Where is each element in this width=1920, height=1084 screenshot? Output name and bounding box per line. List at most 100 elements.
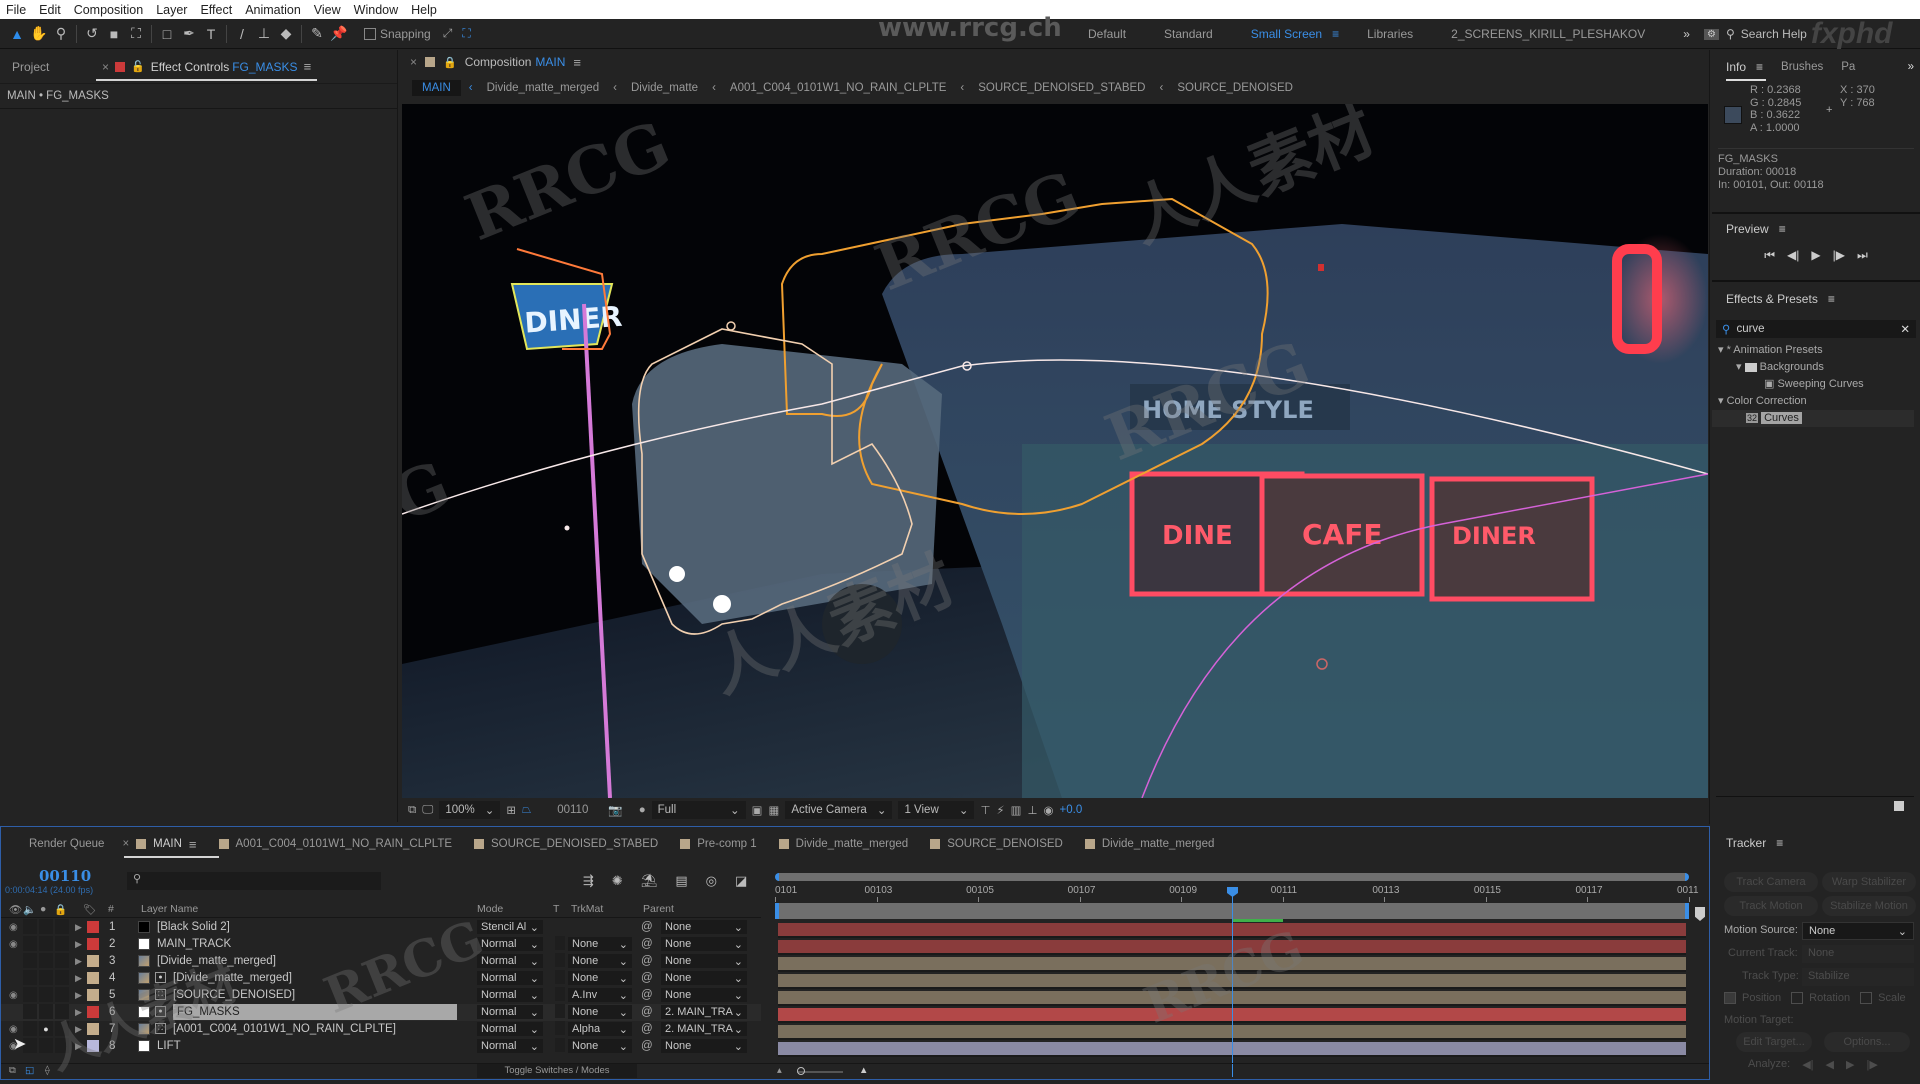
track-motion-button[interactable]: Track Motion — [1724, 896, 1818, 916]
tab-render-queue[interactable]: Render Queue — [1, 827, 122, 861]
edit-target-button[interactable]: Edit Target... — [1736, 1032, 1812, 1052]
mode-dropdown[interactable]: Stencil Al ⌄ — [477, 920, 543, 934]
search-help-input[interactable]: ⚲ Search Help fxphd — [1726, 17, 1916, 50]
parent-dropdown[interactable]: None ⌄ — [661, 954, 747, 968]
warp-stabilizer-button[interactable]: Warp Stabilizer — [1822, 872, 1916, 892]
parent-dropdown[interactable]: None ⌄ — [661, 920, 747, 934]
analyze-backward-icon[interactable]: ◀ — [1826, 1058, 1834, 1071]
trkmat-dropdown[interactable]: None ⌄ — [568, 971, 632, 985]
timeline-tab[interactable]: SOURCE_DENOISED — [930, 827, 1085, 861]
menu-animation[interactable]: Animation — [245, 3, 308, 17]
comp-marker-bin[interactable] — [1695, 907, 1705, 921]
solo-toggle[interactable] — [39, 970, 53, 985]
mode-dropdown[interactable]: Normal ⌄ — [477, 971, 543, 985]
timeline-tab[interactable]: A001_C004_0101W1_NO_RAIN_CLPLTE — [218, 827, 475, 861]
solo-toggle[interactable] — [39, 936, 53, 951]
visibility-toggle-icon[interactable]: ◉ — [9, 987, 21, 1003]
menu-edit[interactable]: Edit — [39, 3, 68, 17]
pick-whip-icon[interactable]: @ — [641, 919, 653, 935]
selection-tool-icon[interactable]: ▲ — [6, 23, 28, 45]
audio-toggle[interactable] — [23, 953, 37, 968]
current-track-dropdown[interactable]: None — [1802, 945, 1914, 963]
composition-viewer[interactable]: DINE CAFE DINER HOME STYLE DINER RRCG RR… — [402, 104, 1708, 798]
mode-dropdown[interactable]: Normal ⌄ — [477, 954, 543, 968]
lock-toggle[interactable] — [55, 987, 69, 1002]
camera-dropdown[interactable]: Active Camera ⌄ — [785, 801, 893, 819]
layer-name[interactable]: [SOURCE_DENOISED] — [173, 987, 295, 1003]
trkmat-dropdown[interactable]: Alpha ⌄ — [568, 1022, 632, 1036]
current-time-display[interactable]: 00110 — [557, 804, 588, 816]
layer-row[interactable]: ◉ ▶ 5 ⛶ [SOURCE_DENOISED] Normal ⌄ A.Inv ⌄ @ None ⌄ — [1, 987, 761, 1004]
lock-toggle[interactable] — [55, 1038, 69, 1053]
lock-toggle[interactable] — [55, 936, 69, 951]
expand-layer-icon[interactable]: ▶ — [75, 1004, 82, 1020]
shy-layers-icon[interactable]: ⛱ — [641, 873, 658, 889]
zoom-tool-icon[interactable]: ⚲ — [50, 23, 72, 45]
label-color-swatch[interactable] — [87, 938, 99, 950]
trkmat-dropdown[interactable]: None ⌄ — [568, 954, 632, 968]
track-type-dropdown[interactable]: Stabilize — [1802, 968, 1914, 986]
layer-switches-icon[interactable]: ⧉ — [9, 1065, 16, 1076]
menu-window[interactable]: Window — [354, 3, 405, 17]
pick-whip-icon[interactable]: @ — [641, 1004, 653, 1020]
breadcrumb-item[interactable]: SOURCE_DENOISED_STABED — [978, 82, 1145, 94]
hand-tool-icon[interactable]: ✋ — [28, 23, 50, 45]
previous-frame-icon[interactable]: ◀| — [1787, 248, 1799, 263]
comp-flowchart-icon[interactable]: ⇶ — [583, 873, 594, 889]
motion-source-dropdown[interactable]: None ⌄ — [1802, 922, 1914, 940]
first-frame-icon[interactable]: ⏮ — [1764, 248, 1775, 263]
menu-composition[interactable]: Composition — [74, 3, 150, 17]
expand-layer-icon[interactable]: ▶ — [75, 919, 82, 935]
visibility-toggle-icon[interactable] — [9, 1004, 21, 1020]
zoom-out-icon[interactable]: ▴ — [777, 1065, 782, 1076]
clone-stamp-tool-icon[interactable]: ⊥ — [253, 23, 275, 45]
workspace-settings-icon[interactable]: ⚙ — [1703, 28, 1719, 40]
breadcrumb-item[interactable]: Divide_matte_merged — [487, 82, 600, 94]
visibility-toggle-icon[interactable] — [9, 970, 21, 986]
timeline-tab[interactable]: SOURCE_DENOISED_STABED — [474, 827, 680, 861]
timeline-tab[interactable]: Pre-comp 1 — [680, 827, 778, 861]
puppet-pin-tool-icon[interactable]: 📌 — [328, 23, 350, 45]
options-button[interactable]: Options... — [1824, 1032, 1910, 1052]
rectangle-tool-icon[interactable]: □ — [156, 23, 178, 45]
layer-search-input[interactable]: ⚲ — [127, 872, 381, 890]
lock-toggle[interactable] — [55, 953, 69, 968]
trkmat-dropdown[interactable]: None ⌄ — [568, 1005, 632, 1019]
layer-row[interactable]: ◉ ▶ 8 LIFT Normal ⌄ None ⌄ @ None ⌄ — [1, 1038, 761, 1055]
preserve-transparency-toggle[interactable] — [555, 1021, 565, 1035]
motion-path-vertex[interactable] — [564, 525, 570, 531]
lock-toggle[interactable] — [55, 919, 69, 934]
parent-dropdown[interactable]: 2. MAIN_TRA ⌄ — [661, 1005, 747, 1019]
solo-toggle[interactable] — [39, 1038, 53, 1053]
fast-previews-icon[interactable]: ▣ — [752, 803, 763, 817]
composition-tab[interactable]: × 🔒 Composition MAIN ≡ — [400, 50, 1709, 74]
workspace-small-screen[interactable]: Small Screen — [1251, 27, 1322, 41]
timeline-tab[interactable]: × MAIN ≡ — [122, 827, 219, 861]
magnification-dropdown[interactable]: 100% ⌄ — [439, 801, 501, 819]
trkmat-dropdown[interactable]: None ⌄ — [568, 1039, 632, 1053]
draft-3d-icon[interactable]: ✺ — [612, 873, 623, 889]
audio-toggle[interactable] — [23, 970, 37, 985]
parent-dropdown[interactable]: 2. MAIN_TRA ⌄ — [661, 1022, 747, 1036]
mode-dropdown[interactable]: Normal ⌄ — [477, 1039, 543, 1053]
layer-name[interactable]: FG_MASKS — [173, 1004, 457, 1020]
current-time-display[interactable]: 00110 — [39, 867, 91, 885]
camera-tool-icon[interactable]: ■ — [103, 23, 125, 45]
new-bin-icon[interactable] — [1894, 801, 1904, 811]
label-color-swatch[interactable] — [87, 1006, 99, 1018]
expand-layer-icon[interactable]: ▶ — [75, 970, 82, 986]
rotate-tool-icon[interactable]: ↺ — [81, 23, 103, 45]
layer-name[interactable]: MAIN_TRACK — [157, 936, 231, 952]
label-color-swatch[interactable] — [87, 989, 99, 1001]
tab-effect-controls[interactable]: × 🔓 Effect Controls FG_MASKS ≡ — [90, 50, 323, 83]
label-color-swatch[interactable] — [87, 921, 99, 933]
menu-layer[interactable]: Layer — [156, 3, 194, 17]
preserve-transparency-toggle[interactable] — [555, 970, 565, 984]
layer-name[interactable]: LIFT — [157, 1038, 181, 1054]
solo-toggle[interactable] — [39, 1004, 53, 1019]
tab-info[interactable]: Info ≡ — [1726, 60, 1763, 74]
visibility-toggle-icon[interactable] — [9, 953, 21, 969]
label-color-swatch[interactable] — [87, 955, 99, 967]
pick-whip-icon[interactable]: @ — [641, 936, 653, 952]
panel-menu-icon[interactable]: ≡ — [189, 837, 197, 852]
